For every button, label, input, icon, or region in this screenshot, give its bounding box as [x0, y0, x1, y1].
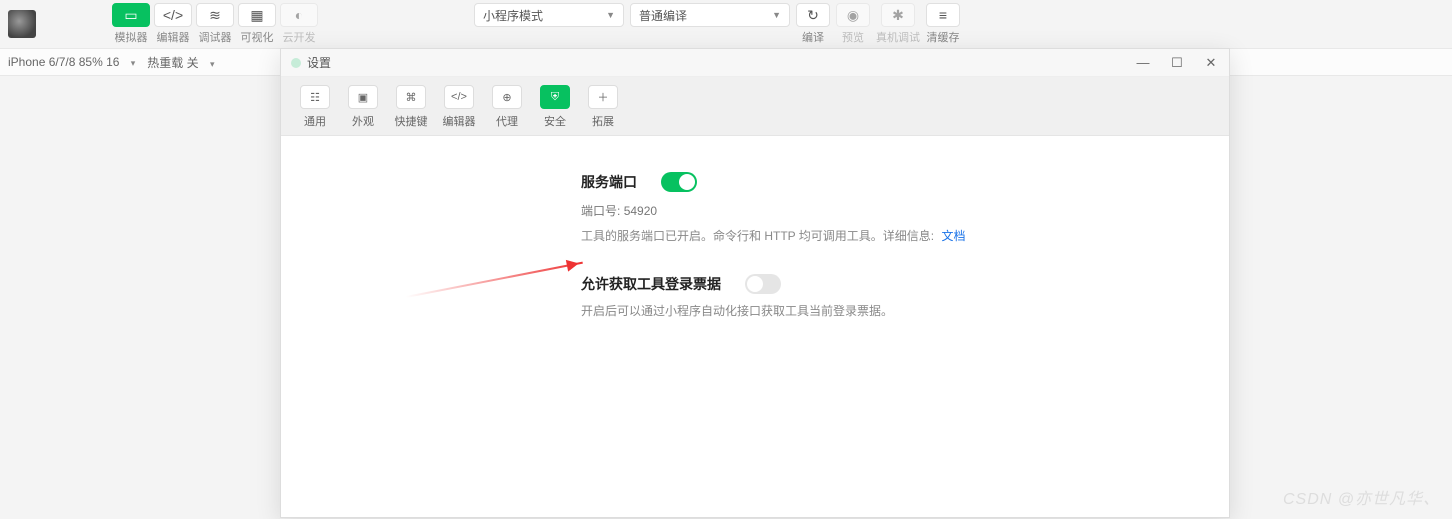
- settings-tabs: ☷ 通用 ▣ 外观 ⌘ 快捷键 </> 编辑器 ⊕ 代理 ⛨ 安全 ＋ 拓展: [281, 77, 1229, 136]
- layout-icon: ▦: [250, 7, 263, 24]
- tab-general[interactable]: ☷ 通用: [293, 85, 337, 135]
- port-value: 54920: [624, 204, 657, 218]
- shield-icon: ⛨: [551, 91, 559, 104]
- modal-titlebar: 设置 ― ☐ ✕: [281, 49, 1229, 77]
- mode-select[interactable]: 小程序模式▼: [474, 3, 624, 27]
- code-icon: </>: [451, 91, 467, 103]
- eye-icon: ◉: [847, 7, 859, 24]
- chevron-down-icon: ▾: [131, 58, 136, 68]
- refresh-icon: ↻: [807, 7, 819, 24]
- ide-toolbar: ▭ 模拟器 </> 编辑器 ≋ 调试器 ▦ 可视化 ◐ 云开发 小程序模式▼ 普…: [0, 0, 1452, 48]
- keyboard-icon: ⌘: [406, 91, 417, 104]
- cloud-icon: ◐: [295, 7, 303, 23]
- watermark: CSDN @亦世凡华、: [1283, 485, 1440, 509]
- tab-extension[interactable]: ＋ 拓展: [581, 85, 625, 135]
- simulator-toggle[interactable]: ▭ 模拟器: [112, 3, 150, 45]
- window-icon: ▣: [358, 91, 368, 104]
- debugger-toggle[interactable]: ≋ 调试器: [196, 3, 234, 45]
- compile-button[interactable]: ↻ 编译: [796, 3, 830, 45]
- preview-button[interactable]: ◉ 预览: [836, 3, 870, 45]
- chevron-down-icon: ▼: [772, 10, 781, 20]
- service-port-title: 服务端口: [581, 172, 637, 192]
- login-ticket-title: 允许获取工具登录票据: [581, 274, 721, 294]
- cloud-toggle[interactable]: ◐ 云开发: [280, 3, 318, 45]
- sliders-icon: ☷: [310, 91, 320, 104]
- realdebug-button[interactable]: ✱ 真机调试: [876, 3, 920, 45]
- tab-proxy[interactable]: ⊕ 代理: [485, 85, 529, 135]
- hotreload-select[interactable]: 热重载 关 ▾: [147, 54, 214, 71]
- minimize-button[interactable]: ―: [1135, 55, 1151, 71]
- chevron-down-icon: ▼: [606, 10, 615, 20]
- tab-shortcut[interactable]: ⌘ 快捷键: [389, 85, 433, 135]
- login-ticket-section: 允许获取工具登录票据 开启后可以通过小程序自动化接口获取工具当前登录票据。: [581, 274, 1229, 319]
- phone-icon: ▭: [124, 7, 137, 24]
- settings-modal: 设置 ― ☐ ✕ ☷ 通用 ▣ 外观 ⌘ 快捷键 </> 编辑器 ⊕ 代理 ⛨: [280, 48, 1230, 518]
- plus-icon: ＋: [598, 89, 609, 105]
- compile-select[interactable]: 普通编译▼: [630, 3, 790, 27]
- annotation-arrow: [406, 262, 583, 298]
- close-button[interactable]: ✕: [1203, 55, 1219, 71]
- tab-security[interactable]: ⛨ 安全: [533, 85, 577, 135]
- app-icon: [291, 58, 301, 68]
- sliders-icon: ≋: [209, 7, 221, 24]
- service-port-section: 服务端口 端口号: 54920 工具的服务端口已开启。命令行和 HTTP 均可调…: [581, 172, 1229, 244]
- login-ticket-hint: 开启后可以通过小程序自动化接口获取工具当前登录票据。: [581, 304, 893, 318]
- maximize-button[interactable]: ☐: [1169, 55, 1185, 71]
- globe-icon: ⊕: [502, 91, 511, 104]
- tab-editor[interactable]: </> 编辑器: [437, 85, 481, 135]
- modal-body: 服务端口 端口号: 54920 工具的服务端口已开启。命令行和 HTTP 均可调…: [281, 136, 1229, 517]
- avatar[interactable]: [8, 10, 36, 38]
- modal-title: 设置: [307, 54, 331, 71]
- editor-toggle[interactable]: </> 编辑器: [154, 3, 192, 45]
- port-label: 端口号:: [581, 204, 620, 218]
- clearcache-button[interactable]: ≡ 清缓存: [926, 3, 960, 45]
- doc-link[interactable]: 文档: [941, 229, 965, 243]
- service-port-toggle[interactable]: [661, 172, 697, 192]
- code-icon: </>: [163, 7, 183, 23]
- layers-icon: ≡: [939, 7, 947, 23]
- service-port-hint: 工具的服务端口已开启。命令行和 HTTP 均可调用工具。详细信息:: [581, 229, 934, 243]
- tab-appearance[interactable]: ▣ 外观: [341, 85, 385, 135]
- bug-icon: ✱: [892, 7, 904, 24]
- chevron-down-icon: ▾: [210, 59, 215, 69]
- login-ticket-toggle[interactable]: [745, 274, 781, 294]
- visualize-toggle[interactable]: ▦ 可视化: [238, 3, 276, 45]
- device-select[interactable]: iPhone 6/7/8 85% 16 ▾: [8, 55, 135, 69]
